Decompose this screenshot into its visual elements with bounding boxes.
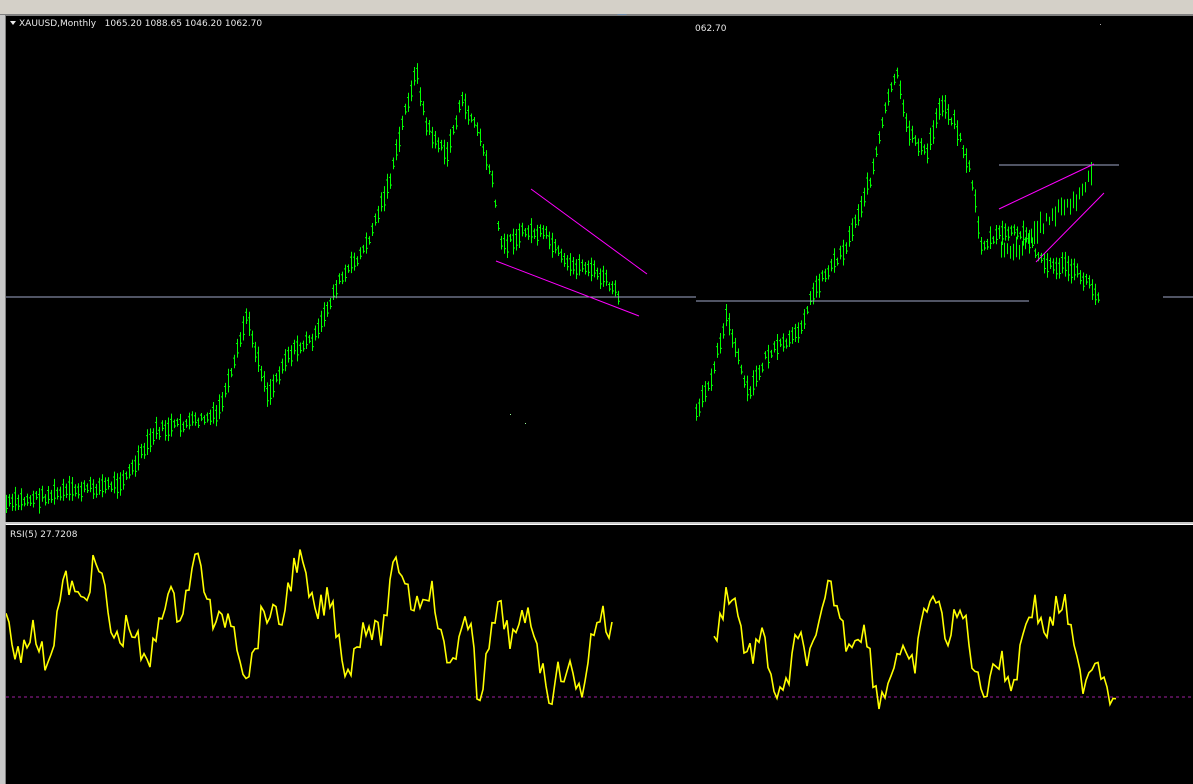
price-chart-canvas[interactable] (6, 16, 1193, 523)
rsi-indicator-pane[interactable]: RSI(5) 27.7208 (5, 524, 1193, 784)
rsi-line (6, 549, 613, 706)
price-bars (6, 63, 1100, 514)
rsi-canvas[interactable] (6, 525, 1193, 784)
symbol-label: XAUUSD,Monthly (19, 19, 97, 29)
price-chart-pane[interactable]: XAUUSD,Monthly 1065.20 1088.65 1046.20 1… (5, 15, 1193, 523)
chart-dot (525, 423, 526, 424)
terminal-chart-window: XAUUSD,Monthly 1065.20 1088.65 1046.20 1… (0, 0, 1193, 784)
triangle-down-icon[interactable] (10, 21, 16, 25)
chart-title: XAUUSD,Monthly 1065.20 1088.65 1046.20 1… (10, 19, 262, 29)
rsi-line (713, 579, 1117, 710)
ohlc-label: 1065.20 1088.65 1046.20 1062.70 (104, 19, 263, 29)
trendline-upper (998, 163, 1095, 210)
rsi-label: RSI(5) 27.7208 (10, 530, 78, 540)
window-top-bar (0, 0, 1193, 15)
overlapping-price-label: 062.70 (695, 24, 727, 34)
chart-dot (510, 414, 511, 415)
chart-dot (1100, 24, 1101, 25)
